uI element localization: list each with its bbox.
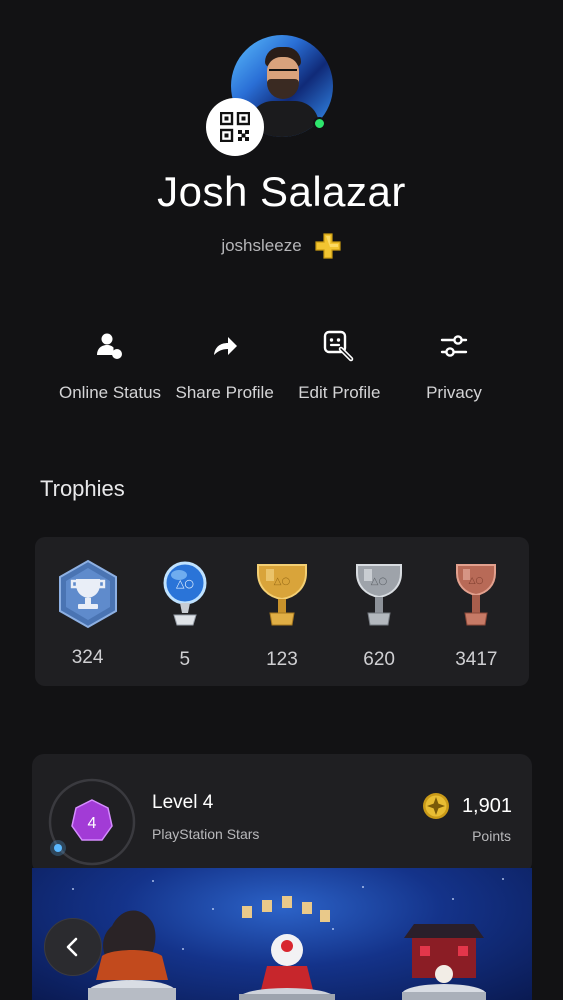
profile-actions: Online Status Share Profile Edit Profile… [53, 326, 511, 403]
svg-text:△○: △○ [469, 576, 484, 586]
profile-page: Josh Salazar joshsleeze Online Status Sh… [0, 0, 563, 1000]
playstation-stars-card[interactable]: 4 Level 4 PlayStation Stars 1,901 Points [32, 754, 532, 874]
level-number: 4 [88, 815, 97, 832]
bronze-trophy-item: △○ 3417 [430, 537, 522, 671]
back-button[interactable] [44, 918, 102, 976]
star-coin-icon [422, 793, 449, 819]
silver-trophy-icon: △○ [356, 564, 403, 626]
silver-trophy-item: △○ 620 [333, 537, 425, 671]
svg-text:△○: △○ [176, 577, 194, 590]
chevron-left-icon [66, 937, 78, 957]
qr-code-icon [220, 112, 250, 142]
share-arrow-icon [213, 337, 237, 355]
trophies-heading: Trophies [40, 476, 125, 501]
sliders-icon [440, 335, 468, 357]
online-indicator [313, 117, 326, 130]
level-title: Level 4 [152, 792, 214, 813]
collectible-figure-right [402, 924, 486, 1000]
trophy-summary-card[interactable]: 324 △○ 5 △○ 123 △○ 620 △○ 3417 [35, 537, 529, 686]
edit-profile-button[interactable]: Edit Profile [282, 326, 396, 403]
online-id: joshsleeze [221, 236, 302, 255]
svg-text:△○: △○ [274, 576, 290, 587]
share-profile-button[interactable]: Share Profile [168, 326, 282, 403]
collectibles-banner[interactable] [32, 868, 532, 1000]
online-status-button[interactable]: Online Status [53, 326, 167, 403]
handle-row: joshsleeze [0, 232, 563, 260]
qr-code-button[interactable] [206, 98, 264, 156]
platinum-trophy-item: △○ 5 [139, 537, 231, 671]
playstation-plus-icon [315, 233, 341, 259]
points-label: Points [472, 828, 511, 844]
gold-trophy-icon: △○ [256, 564, 307, 626]
gold-trophy-item: △○ 123 [236, 537, 328, 671]
collectible-figure-center [239, 896, 335, 1000]
bronze-trophy-icon: △○ [456, 564, 497, 626]
platinum-trophy-icon: △○ [163, 561, 207, 626]
stars-program-label: PlayStation Stars [152, 826, 260, 842]
svg-text:△○: △○ [371, 576, 387, 587]
trophy-level-item: 324 [42, 537, 134, 669]
points-value: 1,901 [461, 794, 512, 817]
level-progress-ring: 4 [48, 778, 136, 866]
person-status-icon [97, 333, 122, 359]
edit-profile-icon [324, 330, 354, 362]
privacy-button[interactable]: Privacy [397, 326, 511, 403]
trophy-level-icon [58, 559, 117, 629]
profile-name: Josh Salazar [157, 168, 406, 215]
points-row: 1,901 [422, 792, 512, 820]
